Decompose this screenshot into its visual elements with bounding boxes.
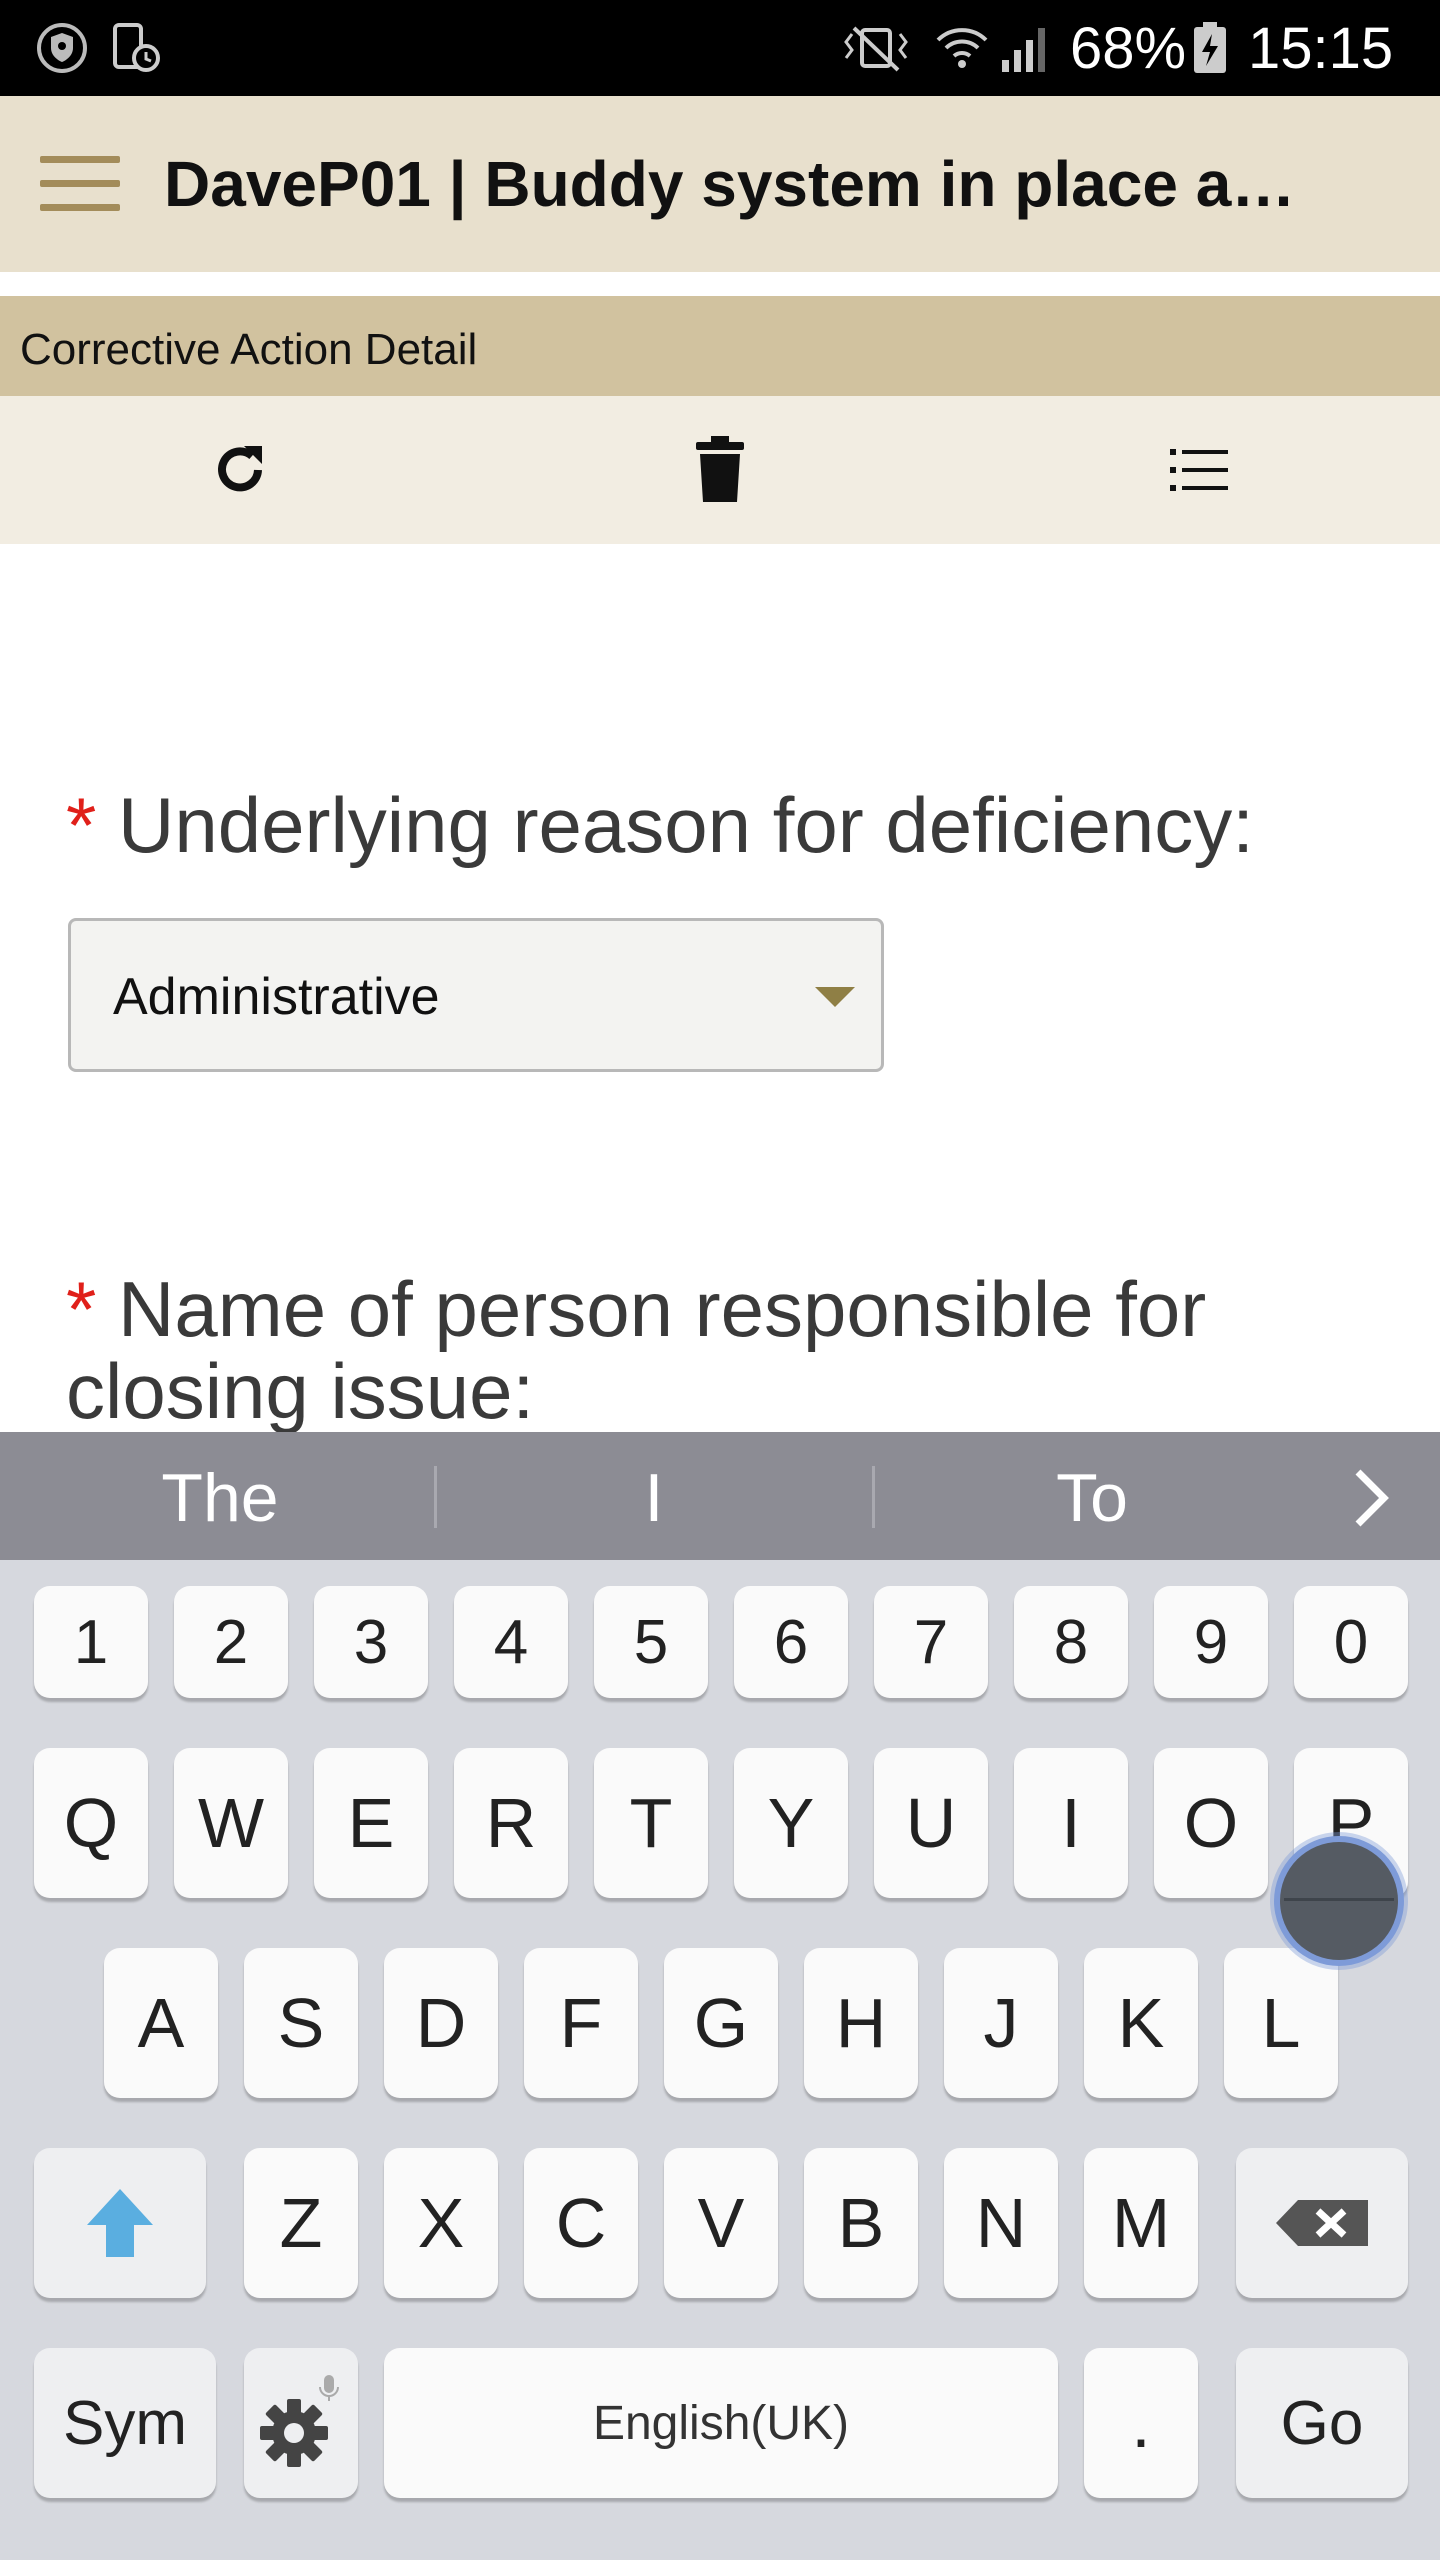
key-8[interactable]: 8 <box>1014 1586 1128 1698</box>
clock: 15:15 <box>1248 16 1394 81</box>
key-g[interactable]: G <box>664 1948 778 2098</box>
refresh-icon <box>218 446 262 492</box>
list-button[interactable] <box>1160 430 1240 510</box>
list-icon <box>1170 449 1228 491</box>
section-header: Corrective Action Detail <box>0 296 1440 396</box>
battery-percent: 68% <box>1070 16 1187 81</box>
key-2[interactable]: 2 <box>174 1586 288 1698</box>
key-m[interactable]: M <box>1084 2148 1198 2298</box>
key-x[interactable]: X <box>384 2148 498 2298</box>
key-u[interactable]: U <box>874 1748 988 1898</box>
key-k[interactable]: K <box>1084 1948 1198 2098</box>
key-9[interactable]: 9 <box>1154 1586 1268 1698</box>
mic-icon <box>319 2375 339 2401</box>
page-title: DaveP01 | Buddy system in place a… <box>164 148 1296 220</box>
required-marker: * <box>66 1265 97 1353</box>
person-field-label: * Name of person responsible for closing… <box>66 1268 1366 1432</box>
dropdown-arrow-icon <box>815 987 855 1007</box>
cursor-line <box>1284 1898 1394 1901</box>
refresh-button[interactable] <box>200 430 280 510</box>
suggestion-item[interactable]: The <box>60 1460 380 1536</box>
key-s[interactable]: S <box>244 1948 358 2098</box>
key-0[interactable]: 0 <box>1294 1586 1408 1698</box>
app-bar: DaveP01 | Buddy system in place a… <box>0 96 1440 272</box>
suggestion-divider <box>872 1466 875 1528</box>
status-bar: 68% 15:15 <box>0 0 1440 96</box>
vibrate-mute-icon <box>844 26 908 72</box>
key-c[interactable]: C <box>524 2148 638 2298</box>
soft-keyboard: The I To 1 2 3 4 5 6 7 8 9 0 Q W E R T Y… <box>0 1432 1440 2560</box>
key-o[interactable]: O <box>1154 1748 1268 1898</box>
signal-icon <box>1002 28 1045 72</box>
key-q[interactable]: Q <box>34 1748 148 1898</box>
key-v[interactable]: V <box>664 2148 778 2298</box>
action-toolbar <box>0 396 1440 544</box>
key-r[interactable]: R <box>454 1748 568 1898</box>
key-e[interactable]: E <box>314 1748 428 1898</box>
key-5[interactable]: 5 <box>594 1586 708 1698</box>
key-d[interactable]: D <box>384 1948 498 2098</box>
key-3[interactable]: 3 <box>314 1586 428 1698</box>
key-6[interactable]: 6 <box>734 1586 848 1698</box>
key-w[interactable]: W <box>174 1748 288 1898</box>
reason-field-label: * Underlying reason for deficiency: <box>66 780 1254 870</box>
reason-label-text: Underlying reason for deficiency: <box>118 781 1254 869</box>
screen-lock-icon <box>113 23 160 72</box>
hamburger-menu-icon[interactable] <box>40 156 120 212</box>
wifi-icon <box>936 28 988 68</box>
key-j[interactable]: J <box>944 1948 1058 2098</box>
gear-icon <box>260 2375 339 2467</box>
reason-selected-value: Administrative <box>113 968 440 1026</box>
space-key-label: English(UK) <box>592 2396 850 2450</box>
key-7[interactable]: 7 <box>874 1586 988 1698</box>
space-key[interactable]: English(UK) <box>384 2348 1058 2498</box>
key-l[interactable]: L <box>1224 1948 1338 2098</box>
shift-key[interactable] <box>34 2148 206 2298</box>
backspace-key[interactable] <box>1236 2148 1408 2298</box>
suggestion-divider <box>434 1466 437 1528</box>
reason-select[interactable]: Administrative <box>68 918 884 1072</box>
suggestion-bar: The I To <box>0 1432 1440 1560</box>
key-h[interactable]: H <box>804 1948 918 2098</box>
go-key[interactable]: Go <box>1236 2348 1408 2498</box>
vpn-shield-icon <box>37 23 87 73</box>
sym-key[interactable]: Sym <box>34 2348 216 2498</box>
key-i[interactable]: I <box>1014 1748 1128 1898</box>
divider <box>0 272 1440 296</box>
battery-charging-icon <box>1194 22 1226 73</box>
key-y[interactable]: Y <box>734 1748 848 1898</box>
delete-button[interactable] <box>680 430 760 510</box>
key-b[interactable]: B <box>804 2148 918 2298</box>
settings-key[interactable] <box>244 2348 358 2498</box>
key-4[interactable]: 4 <box>454 1586 568 1698</box>
cursor-handle[interactable] <box>1280 1842 1398 1960</box>
trash-icon <box>696 436 744 502</box>
key-z[interactable]: Z <box>244 2148 358 2298</box>
key-1[interactable]: 1 <box>34 1586 148 1698</box>
suggestion-item[interactable]: I <box>494 1460 814 1536</box>
suggestion-item[interactable]: To <box>932 1460 1252 1536</box>
key-f[interactable]: F <box>524 1948 638 2098</box>
required-marker: * <box>66 781 97 869</box>
chevron-right-icon[interactable] <box>1352 1468 1392 1528</box>
key-t[interactable]: T <box>594 1748 708 1898</box>
key-n[interactable]: N <box>944 2148 1058 2298</box>
shift-arrow-icon <box>87 2189 153 2257</box>
backspace-icon <box>1276 2200 1368 2246</box>
section-title: Corrective Action Detail <box>20 325 478 374</box>
key-a[interactable]: A <box>104 1948 218 2098</box>
person-label-text: Name of person responsible for closing i… <box>66 1265 1207 1435</box>
period-key[interactable]: . <box>1084 2348 1198 2498</box>
